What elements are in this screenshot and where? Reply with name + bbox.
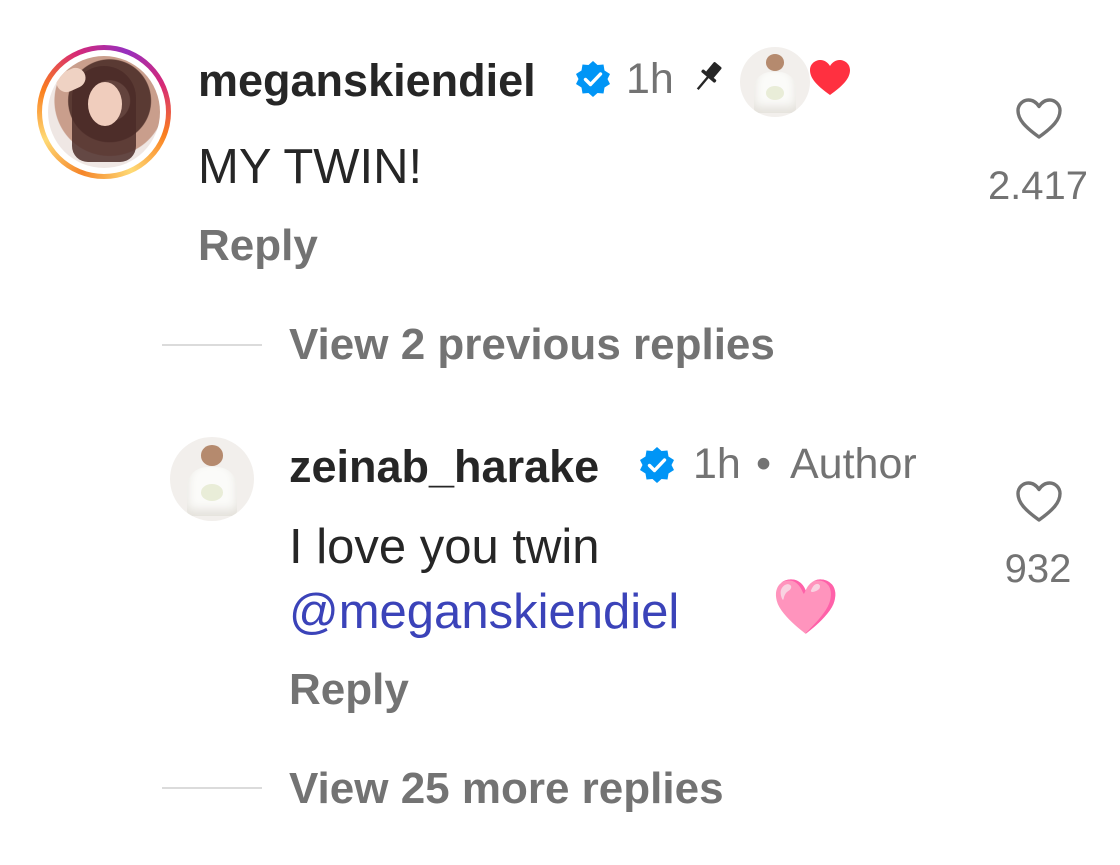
avatar-meganskiendiel[interactable] bbox=[37, 45, 171, 179]
reply-username[interactable]: zeinab_harake bbox=[289, 444, 599, 489]
view-more-replies-button[interactable]: View 25 more replies bbox=[289, 767, 724, 811]
heart-filled-icon bbox=[810, 60, 850, 95]
comment-time: 1h bbox=[626, 55, 674, 103]
pin-icon bbox=[696, 62, 722, 91]
meta-separator: • bbox=[756, 440, 772, 488]
avatar-face bbox=[88, 82, 122, 126]
heart-outline-icon[interactable] bbox=[1015, 97, 1063, 141]
pink-heart-emoji: 🩷 bbox=[772, 577, 840, 637]
heart-outline-icon[interactable] bbox=[1015, 480, 1063, 524]
author-avatar-mini bbox=[740, 47, 810, 117]
like-count: 2.417 bbox=[987, 164, 1089, 208]
bride-figure bbox=[170, 437, 254, 521]
verified-badge-icon bbox=[576, 61, 610, 97]
reply-text: I love you twin bbox=[289, 520, 600, 574]
reply-button[interactable]: Reply bbox=[198, 224, 318, 268]
comments-panel: meganskiendiel 1h MY TWIN! Reply 2.417 V… bbox=[0, 0, 1120, 865]
author-badge: Author bbox=[790, 440, 917, 488]
bride-figure bbox=[740, 47, 810, 117]
replies-divider bbox=[162, 787, 262, 789]
view-previous-replies-button[interactable]: View 2 previous replies bbox=[289, 323, 775, 367]
avatar-zeinab-harake[interactable] bbox=[170, 437, 254, 521]
replies-divider bbox=[162, 344, 262, 346]
story-ring-gap bbox=[42, 50, 166, 174]
comment-username[interactable]: meganskiendiel bbox=[198, 58, 536, 103]
mention-link[interactable]: @meganskiendiel bbox=[289, 588, 679, 637]
avatar-photo bbox=[48, 56, 160, 168]
reply-button[interactable]: Reply bbox=[289, 668, 409, 712]
like-count: 932 bbox=[1004, 547, 1072, 591]
reply-time: 1h bbox=[693, 440, 741, 488]
verified-badge-icon bbox=[640, 447, 674, 483]
comment-text: MY TWIN! bbox=[198, 140, 423, 194]
